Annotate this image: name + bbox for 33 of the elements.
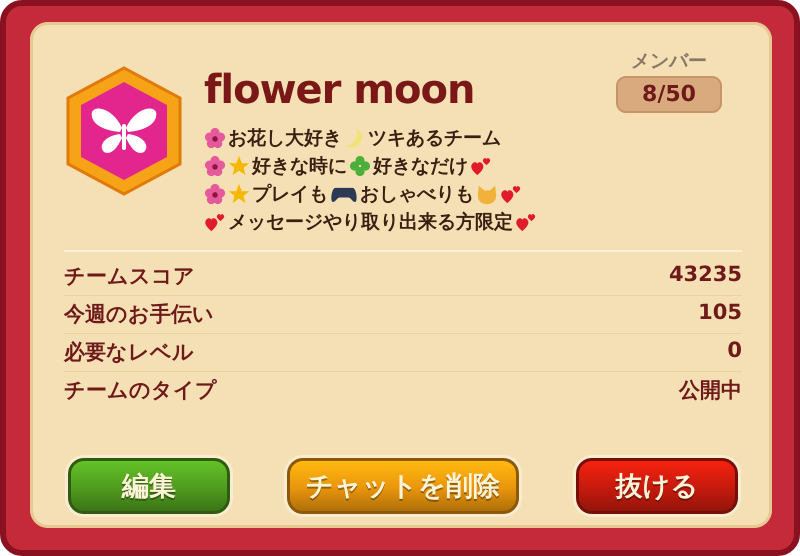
description-text: おしゃべりも — [360, 182, 474, 207]
action-button[interactable]: 編集 — [68, 458, 230, 514]
stat-value: 0 — [727, 338, 742, 364]
stat-label: 必要なレベル — [64, 339, 194, 366]
stat-value: 105 — [698, 300, 742, 326]
clover-icon — [349, 155, 371, 177]
hearts-icon — [515, 211, 537, 233]
star-icon — [228, 183, 250, 205]
description-text: お花し大好き — [228, 126, 342, 151]
members-label: メンバー — [631, 49, 708, 74]
stat-value: 43235 — [668, 262, 742, 288]
star-icon — [228, 155, 250, 177]
flower-icon — [204, 127, 226, 149]
stat-label: チームスコア — [64, 263, 195, 290]
stat-value: 公開中 — [679, 377, 742, 404]
description-text: プレイも — [252, 182, 328, 207]
description-text: 好きな時に — [252, 154, 347, 179]
member-count: 8/50 — [616, 76, 722, 113]
hearts-icon — [500, 183, 522, 205]
description-text: 好きなだけ — [373, 154, 468, 179]
hearts-icon — [470, 155, 492, 177]
hearts-icon — [204, 211, 226, 233]
description-text: メッセージやり取り出来る方限定 — [228, 210, 513, 235]
flower-icon — [204, 183, 226, 205]
team-name: flower moon — [204, 68, 476, 112]
stat-label: チームのタイプ — [64, 377, 217, 404]
action-button[interactable]: 抜ける — [576, 458, 738, 514]
cat-face-icon — [476, 183, 498, 205]
action-button[interactable]: チャットを削除 — [287, 458, 519, 514]
flower-icon — [204, 155, 226, 177]
butterfly-badge-icon — [64, 66, 184, 196]
stat-label: 今週のお手伝い — [64, 301, 214, 328]
description-text: ツキあるチーム — [368, 126, 501, 151]
